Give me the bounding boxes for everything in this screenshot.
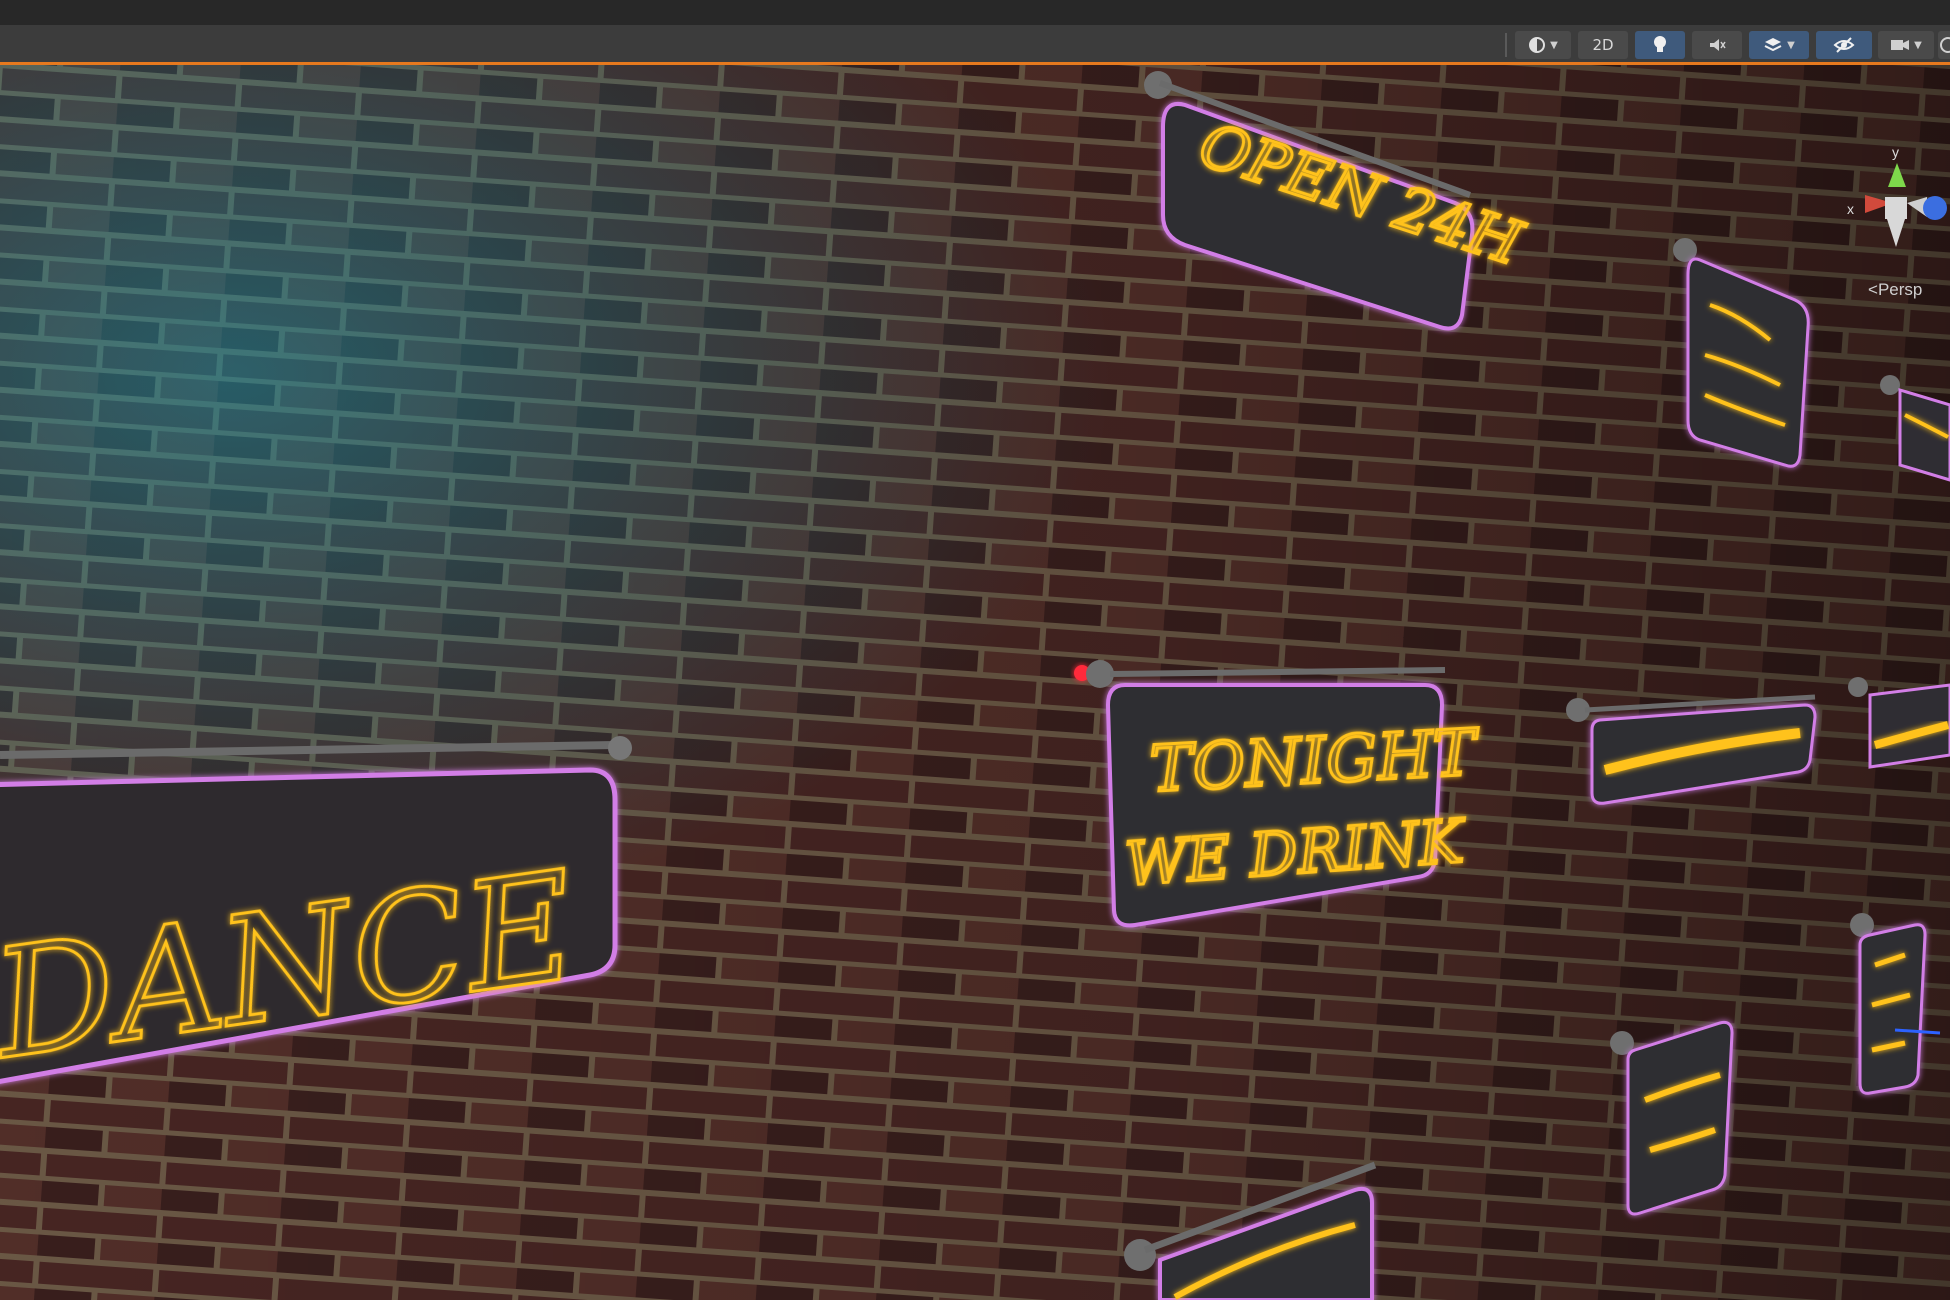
scene-camera-dropdown[interactable]: ▼ (1878, 31, 1934, 59)
scene-audio-toggle[interactable] (1692, 31, 1742, 59)
scene-effects-dropdown[interactable]: ▼ (1749, 31, 1809, 59)
chevron-down-icon: ▼ (1914, 39, 1922, 51)
effects-layers-icon (1764, 38, 1782, 52)
scene-visibility-toggle[interactable] (1816, 31, 1872, 59)
z-axis-cone[interactable] (1923, 196, 1947, 220)
scene-view-toolbar: ▼ 2D ▼ ▼ (0, 25, 1950, 65)
shading-mode-dropdown[interactable]: ▼ (1515, 31, 1571, 59)
chevron-down-icon: ▼ (1787, 39, 1795, 51)
gizmo-globe-icon (1940, 37, 1950, 53)
axis-x-label: x (1847, 201, 1854, 217)
neon-sign-lower-middle-right[interactable] (1610, 1021, 1734, 1216)
camera-icon (1891, 40, 1910, 50)
toolbar-separator (1505, 33, 1507, 57)
axis-y-label: y (1892, 145, 1899, 160)
y-axis-cone[interactable] (1888, 163, 1906, 187)
brick-wall-render: DANCE OPEN 24H TONIGHT WE DRINK (0, 65, 1950, 1300)
toggle-2d-button[interactable]: 2D (1578, 31, 1628, 59)
audio-mute-icon (1710, 39, 1726, 51)
editor-title-strip (0, 0, 1950, 25)
projection-toggle[interactable]: <Persp (1868, 280, 1922, 300)
scene-lighting-toggle[interactable] (1635, 31, 1685, 59)
toggle-2d-label: 2D (1592, 36, 1614, 54)
neg-y-axis-cone[interactable] (1887, 219, 1905, 247)
projection-label: Persp (1877, 280, 1923, 299)
hidden-eye-icon (1833, 37, 1855, 53)
sphere-shading-icon (1529, 37, 1546, 53)
gizmo-center-cube[interactable] (1885, 197, 1907, 219)
chevron-left-icon: < (1868, 280, 1878, 299)
orientation-gizmo[interactable]: y x (1835, 144, 1950, 275)
chevron-down-icon: ▼ (1550, 39, 1558, 51)
gizmos-toggle[interactable] (1938, 31, 1950, 59)
scene-viewport[interactable]: DANCE OPEN 24H TONIGHT WE DRINK y x <Per… (0, 65, 1950, 1300)
lightbulb-icon (1654, 36, 1666, 52)
